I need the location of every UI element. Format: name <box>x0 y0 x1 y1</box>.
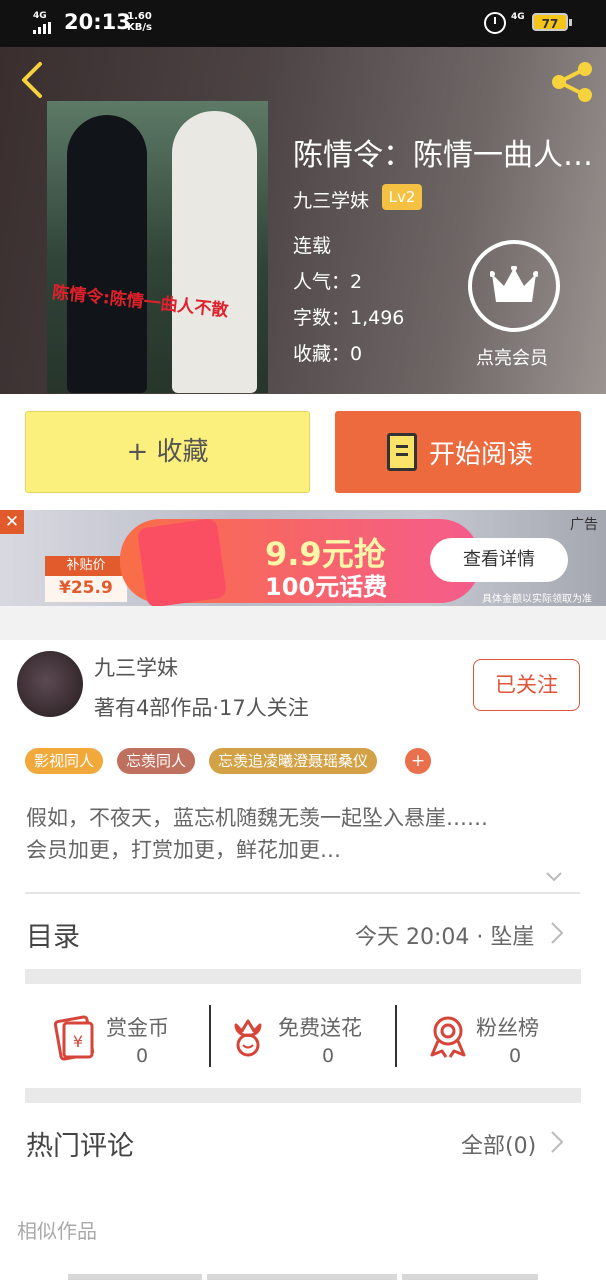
book-popularity: 人气：2 <box>293 271 363 293</box>
more-tags-button[interactable]: + <box>405 748 431 774</box>
fan-ranking-stat[interactable]: 粉丝榜 0 <box>428 1007 568 1067</box>
book-cover[interactable]: 陈情令:陈情一曲人不散 <box>47 101 268 393</box>
author-name[interactable]: 九三学妹 <box>94 652 178 682</box>
ad-price-label: 补贴价 <box>45 556 127 576</box>
net-speed: 1.60 KB/s <box>127 11 152 33</box>
ad-promo-line2: 100元话费 <box>265 573 388 601</box>
section-separator <box>25 969 581 984</box>
book-description[interactable]: 假如，不夜天，蓝忘机随魏无羡一起坠入悬崖…… 会员加更，打赏加更，鲜花加更… <box>26 802 586 866</box>
ad-close-icon[interactable]: ✕ <box>0 510 24 534</box>
stat-value: 0 <box>322 1045 335 1067</box>
stat-value: 0 <box>136 1045 149 1067</box>
stat-name: 粉丝榜 <box>476 1016 539 1040</box>
stat-divider <box>209 1005 211 1067</box>
description-line: 会员加更，打赏加更，鲜花加更… <box>26 838 341 862</box>
share-icon[interactable] <box>549 60 595 104</box>
divider <box>25 892 580 894</box>
chevron-down-icon[interactable] <box>545 868 563 886</box>
follow-button[interactable]: 已关注 <box>473 659 580 711</box>
network-label: 4G <box>511 12 525 22</box>
send-flower-stat[interactable]: 免费送花 0 <box>230 1007 390 1067</box>
vip-button[interactable] <box>468 240 560 332</box>
medal-icon <box>430 1016 466 1058</box>
book-icon <box>387 433 417 471</box>
all-comments-link[interactable]: 全部(0) <box>461 1128 536 1160</box>
book-word-count: 字数：1,496 <box>293 307 405 329</box>
coin-envelope-icon: ¥ <box>53 1015 95 1061</box>
signal-icon <box>33 22 55 34</box>
stat-name: 赏金币 <box>106 1016 169 1040</box>
status-bar: 4G 20:13 1.60 KB/s 4G 77 <box>0 0 606 47</box>
tag-item[interactable]: 忘羡追凌曦澄聂瑶桑仪 <box>209 748 378 774</box>
section-separator <box>25 1088 581 1103</box>
back-arrow-icon[interactable] <box>18 60 48 100</box>
level-badge: Lv2 <box>382 184 422 210</box>
cover-figure-dark <box>67 115 147 393</box>
collect-button[interactable]: + 收藏 <box>25 411 310 493</box>
ad-disclaimer: 具体金额以实际领取为准 <box>482 594 592 605</box>
book-status: 连载 <box>293 235 332 257</box>
chevron-right-icon[interactable] <box>550 921 564 945</box>
book-detail-card <box>0 640 606 1280</box>
book-title: 陈情令：陈情一曲人… <box>293 138 593 173</box>
svg-text:¥: ¥ <box>73 1032 83 1051</box>
signal-label: 4G <box>33 11 47 21</box>
flower-icon <box>234 1019 262 1057</box>
tag-item[interactable]: 影视同人 <box>25 748 104 774</box>
crown-icon <box>490 266 538 302</box>
start-reading-button[interactable]: 开始阅读 <box>335 411 581 493</box>
toc-title[interactable]: 目录 <box>26 915 80 954</box>
ad-price-tag: 补贴价 ¥25.9 <box>45 556 127 602</box>
similar-work-thumbnail[interactable] <box>402 1274 538 1280</box>
author-avatar[interactable] <box>17 651 83 717</box>
chevron-right-icon[interactable] <box>550 1130 564 1154</box>
battery-icon: 77 <box>532 13 572 31</box>
similar-work-thumbnail[interactable] <box>68 1274 202 1280</box>
description-line: 假如，不夜天，蓝忘机随魏无羡一起坠入悬崖…… <box>26 806 488 830</box>
ad-banner[interactable]: ✕ 补贴价 ¥25.9 9.9元抢 100元话费 查看详情 广告 具体金额以实际… <box>0 510 606 606</box>
net-speed-value: 1.60 <box>127 11 152 22</box>
ad-tag: 广告 <box>570 517 598 533</box>
similar-work-thumbnail[interactable] <box>207 1274 397 1280</box>
gift-icon <box>136 517 228 606</box>
stat-divider <box>395 1005 397 1067</box>
net-speed-unit: KB/s <box>127 22 152 33</box>
alarm-icon <box>484 12 506 34</box>
stat-value: 0 <box>509 1045 522 1067</box>
ad-detail-button[interactable]: 查看详情 <box>430 538 568 582</box>
book-author[interactable]: 九三学妹 <box>293 186 369 213</box>
vip-label[interactable]: 点亮会员 <box>476 344 548 370</box>
toc-latest-chapter[interactable]: 今天 20:04 · 坠崖 <box>355 919 534 951</box>
hot-comments-title: 热门评论 <box>26 1131 134 1162</box>
book-favorites: 收藏：0 <box>293 343 363 365</box>
cover-figure-light <box>172 111 257 393</box>
author-stats: 著有4部作品·17人关注 <box>94 696 309 720</box>
stat-name: 免费送花 <box>278 1016 362 1040</box>
ad-promo-banner: 9.9元抢 100元话费 <box>120 517 480 606</box>
similar-works-title: 相似作品 <box>17 1219 97 1243</box>
clock: 20:13 <box>64 10 131 34</box>
start-reading-label: 开始阅读 <box>429 440 534 470</box>
reward-coins-stat[interactable]: ¥ 赏金币 0 <box>52 1007 202 1067</box>
ad-price: ¥25.9 <box>59 578 113 598</box>
tag-item[interactable]: 忘羡同人 <box>117 748 196 774</box>
